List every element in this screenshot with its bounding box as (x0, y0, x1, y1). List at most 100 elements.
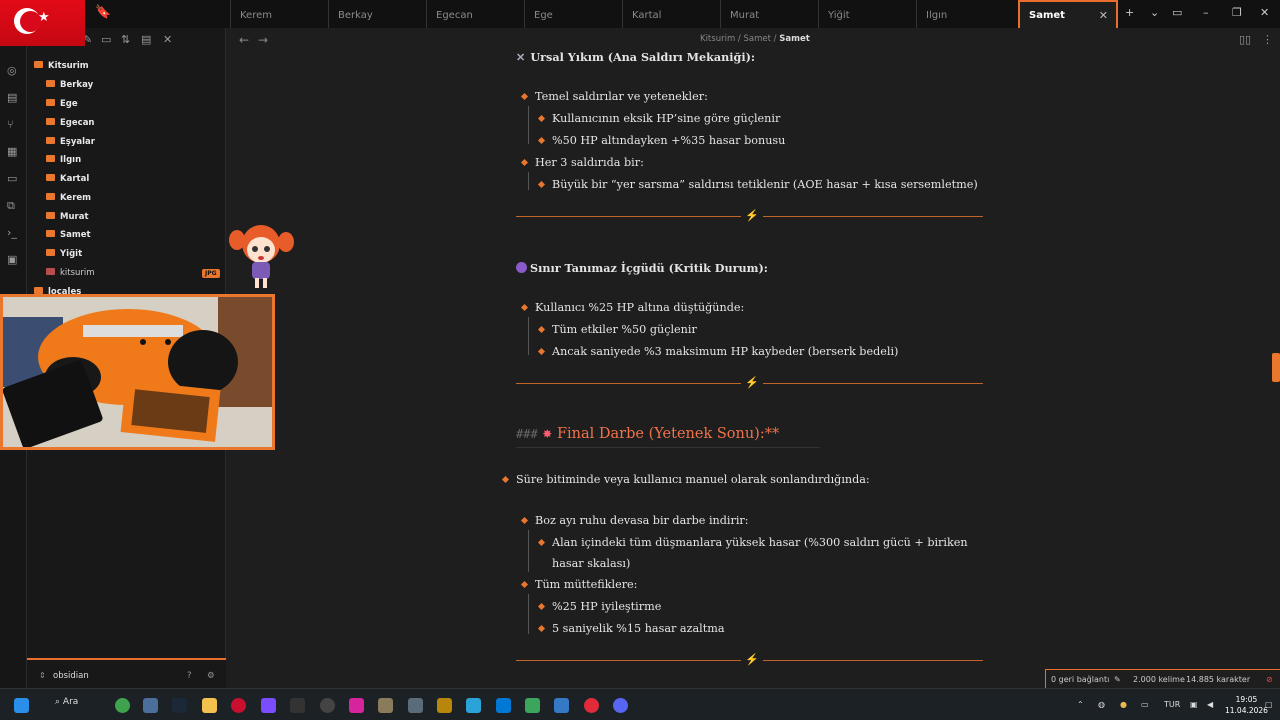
steam-icon[interactable] (172, 698, 187, 713)
folder-label: Yiğit (60, 249, 83, 259)
close-window-icon[interactable]: ✕ (1260, 6, 1269, 19)
tray-icon[interactable]: ● (1120, 700, 1127, 709)
vault-switcher[interactable]: ⇕ obsidian ? ⚙ (27, 658, 226, 688)
tab-ilgin[interactable]: Ilgın (916, 0, 1018, 28)
folder-icon (46, 80, 55, 87)
github-icon[interactable] (320, 698, 335, 713)
date: 11.04.2026 (1225, 706, 1268, 715)
copy-icon[interactable]: ⧉ (7, 199, 15, 213)
taskbar-search[interactable]: ⌕ Ara (55, 697, 78, 707)
grid-icon[interactable]: ▦ (7, 145, 17, 158)
list-item: Boz ayı ruhu devasa bir darbe indirir: (535, 514, 749, 527)
indent-guide (528, 317, 529, 355)
lightning-icon: ⚡ (741, 376, 763, 389)
graph-icon[interactable]: ⑂ (7, 118, 14, 131)
reading-view-icon[interactable]: ▯▯ (1239, 33, 1251, 46)
app-icon[interactable] (408, 698, 423, 713)
language-indicator[interactable]: TUR (1164, 700, 1180, 709)
heading-text: Final Darbe (Yetenek Sonu):** (556, 426, 780, 442)
discord-icon[interactable] (613, 698, 628, 713)
help-icon[interactable]: ? (187, 671, 192, 681)
more-options-icon[interactable]: ⋮ (1262, 33, 1273, 46)
volume-icon[interactable]: ◀ (1207, 700, 1213, 709)
sidebar-toggle-icon[interactable]: ▭ (1172, 6, 1182, 19)
tab-berkay[interactable]: Berkay (328, 0, 426, 28)
tray-icon[interactable]: ◍ (1098, 700, 1105, 709)
purple-circle-icon (516, 262, 527, 273)
tree-folder[interactable]: Ilgın (46, 155, 81, 165)
breadcrumb-folder[interactable]: Samet (744, 34, 771, 44)
app-icon[interactable] (466, 698, 481, 713)
close-tab-icon[interactable]: ✕ (1099, 9, 1108, 22)
tree-folder[interactable]: Eşyalar (46, 137, 95, 147)
breadcrumb-root[interactable]: Kitsurim (700, 34, 735, 44)
obsidian-app-icon[interactable] (261, 698, 276, 713)
task-view-icon[interactable] (143, 698, 158, 713)
forward-arrow-icon[interactable]: → (258, 33, 268, 47)
close-all-icon[interactable]: ✕ (163, 33, 172, 46)
tree-folder[interactable]: Kerem (46, 193, 91, 203)
tree-folder[interactable]: Berkay (46, 80, 93, 90)
tree-root-folder[interactable]: Kitsurim (34, 61, 89, 71)
tree-folder[interactable]: Egecan (46, 118, 94, 128)
instagram-icon[interactable] (349, 698, 364, 713)
file-explorer-icon[interactable] (202, 698, 217, 713)
section-heading: Sınır Tanımaz İçgüdü (Kritik Durum): (516, 261, 768, 275)
chevron-up-icon[interactable]: ⌃ (1077, 700, 1084, 709)
app-icon[interactable] (378, 698, 393, 713)
tree-folder[interactable]: Ege (46, 99, 78, 109)
tab-kartal[interactable]: Kartal (622, 0, 720, 28)
tab-kerem[interactable]: Kerem (230, 0, 328, 28)
sync-off-icon[interactable]: ⊘ (1266, 675, 1273, 684)
windows-start-icon[interactable] (14, 698, 29, 713)
maximize-icon[interactable]: ❐ (1232, 6, 1242, 19)
tab-egecan[interactable]: Egecan (426, 0, 524, 28)
tab-label: Yiğit (828, 10, 850, 21)
bookmark-icon[interactable]: 🔖 (95, 5, 111, 21)
notification-icon[interactable]: ▢ (1265, 700, 1273, 709)
tab-ege[interactable]: Ege (524, 0, 622, 28)
app-icon[interactable] (554, 698, 569, 713)
list-item: %50 HP altındayken +%35 hasar bonusu (552, 134, 786, 147)
minecraft-icon[interactable] (525, 698, 540, 713)
list-item: Alan içindeki tüm düşmanlara yüksek hasa… (552, 536, 968, 549)
tab-label: Kartal (632, 10, 662, 21)
keyboard-icon[interactable]: ▭ (1141, 700, 1149, 709)
app-icon[interactable] (290, 698, 305, 713)
network-icon[interactable]: ▣ (1190, 700, 1198, 709)
tab-label: Kerem (240, 10, 272, 21)
map-icon[interactable]: ◎ (7, 64, 17, 77)
tree-folder[interactable]: Yiğit (46, 249, 82, 259)
new-tab-icon[interactable]: + (1125, 6, 1134, 19)
chevron-down-icon[interactable]: ⌄ (1150, 6, 1159, 19)
collapse-icon[interactable]: ▤ (141, 33, 151, 46)
minimize-icon[interactable]: – (1203, 6, 1209, 19)
files-icon[interactable]: ▤ (7, 91, 17, 104)
tree-folder[interactable]: Kartal (46, 174, 89, 184)
calendar-icon[interactable]: ▭ (7, 172, 17, 185)
blocks-icon[interactable]: ▣ (7, 253, 17, 266)
tree-folder[interactable]: Murat (46, 212, 89, 222)
terminal-icon[interactable]: ›_ (7, 226, 17, 239)
tab-label: Murat (730, 10, 760, 21)
clock[interactable]: 19:05 11.04.2026 (1225, 694, 1268, 716)
turkish-flag-image: ★ (0, 0, 85, 46)
settings-gear-icon[interactable]: ⚙ (207, 671, 215, 681)
riot-icon[interactable] (437, 698, 452, 713)
tab-samet[interactable]: Samet ✕ (1018, 0, 1118, 28)
tree-file[interactable]: kitsurim (46, 268, 95, 278)
tab-murat[interactable]: Murat (720, 0, 818, 28)
sort-icon[interactable]: ⇅ (121, 33, 130, 46)
tab-yigit[interactable]: Yiğit (818, 0, 916, 28)
editor-pane: ← → Kitsurim / Samet / Samet ▯▯ ⋮ ✕ Ursal… (226, 28, 1280, 688)
back-arrow-icon[interactable]: ← (239, 33, 249, 47)
app-icon[interactable] (584, 698, 599, 713)
backlinks-count[interactable]: 0 geri bağlantı (1051, 675, 1109, 684)
app-icon[interactable] (496, 698, 511, 713)
scrollbar-thumb[interactable] (1272, 353, 1280, 382)
new-folder-icon[interactable]: ▭ (101, 33, 111, 46)
pencil-icon[interactable]: ✎ (1114, 675, 1121, 684)
opera-icon[interactable] (231, 698, 246, 713)
xbox-icon[interactable] (115, 698, 130, 713)
tree-folder[interactable]: Samet (46, 230, 91, 240)
